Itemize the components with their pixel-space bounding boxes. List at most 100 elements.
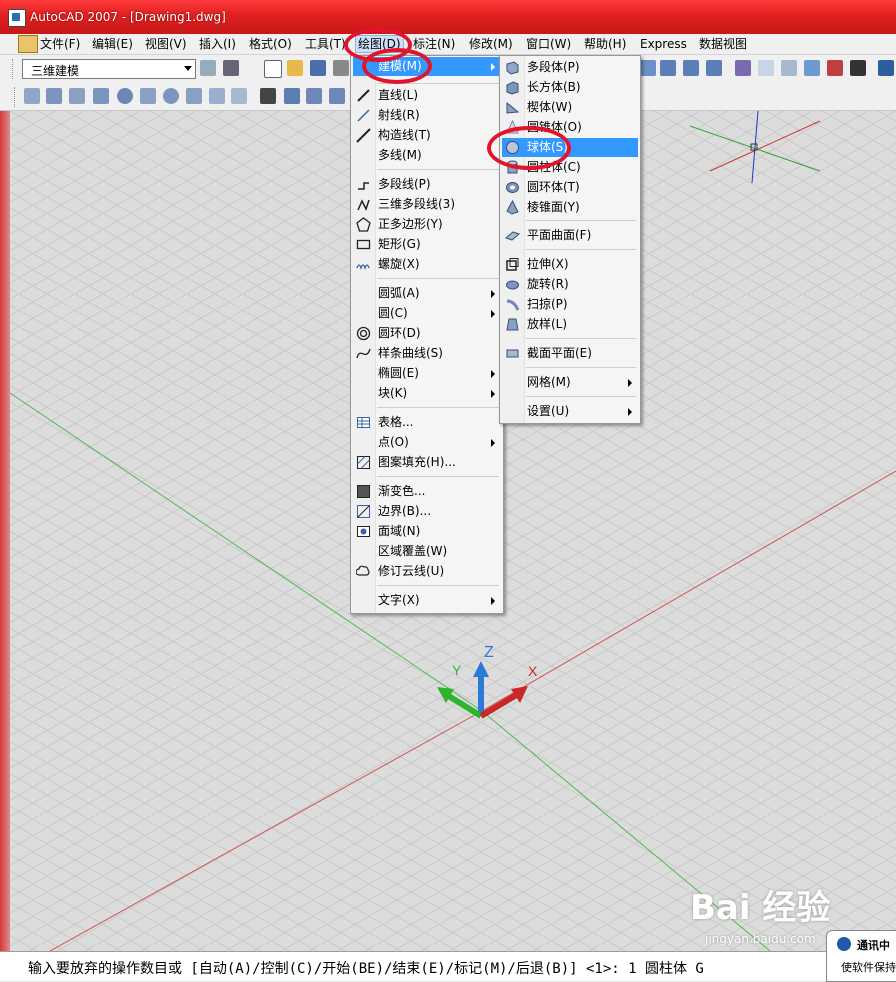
menu-view[interactable]: 视图(V) bbox=[143, 36, 189, 52]
menu-item-loft[interactable]: 放样(L) bbox=[502, 315, 638, 334]
menu-modify[interactable]: 修改(M) bbox=[467, 36, 515, 52]
menu-file[interactable]: 文件(F) bbox=[38, 36, 82, 52]
sweep-icon[interactable] bbox=[306, 88, 322, 104]
zoom-window-icon[interactable] bbox=[683, 60, 699, 76]
workspace-save-icon[interactable] bbox=[223, 60, 239, 76]
helix-icon[interactable] bbox=[209, 88, 225, 104]
menu-edit[interactable]: 编辑(E) bbox=[90, 36, 135, 52]
cylinder-icon[interactable] bbox=[140, 88, 156, 104]
menu-item-polyline[interactable]: 多段线(P) bbox=[353, 175, 501, 194]
menu-item-donut[interactable]: 圆环(D) bbox=[353, 324, 501, 343]
menu-item-section-plane[interactable]: 截面平面(E) bbox=[502, 344, 638, 363]
menu-item-wedge[interactable]: 楔体(W) bbox=[502, 98, 638, 117]
extrude-icon[interactable] bbox=[260, 88, 276, 104]
submenu-arrow-icon bbox=[491, 370, 495, 378]
menu-item-gradient[interactable]: 渐变色... bbox=[353, 482, 501, 501]
menu-item-point[interactable]: 点(O) bbox=[353, 433, 501, 452]
info-icon bbox=[837, 937, 851, 951]
menu-item-hatch[interactable]: 图案填充(H)... bbox=[353, 453, 501, 472]
pan-icon[interactable] bbox=[640, 60, 656, 76]
workspace-select[interactable]: 三维建模 bbox=[22, 59, 196, 79]
menu-item-label: 楔体(W) bbox=[527, 100, 573, 114]
menu-format[interactable]: 格式(O) bbox=[247, 36, 294, 52]
command-line-text: 输入要放弃的操作数目或 [自动(A)/控制(C)/开始(BE)/结束(E)/标记… bbox=[28, 961, 704, 977]
ray-icon bbox=[356, 108, 371, 123]
table-icon bbox=[356, 415, 371, 430]
planar-surface-icon[interactable] bbox=[231, 88, 247, 104]
notification-balloon[interactable]: 通讯中 使软件保持 bbox=[826, 930, 896, 982]
menu-item-spline[interactable]: 样条曲线(S) bbox=[353, 344, 501, 363]
menu-item-label: 多段线(P) bbox=[378, 177, 431, 191]
menu-item-revolve[interactable]: 旋转(R) bbox=[502, 275, 638, 294]
menu-item-construction-line[interactable]: 构造线(T) bbox=[353, 126, 501, 145]
properties-icon[interactable] bbox=[735, 60, 751, 76]
tool-palettes-icon[interactable] bbox=[781, 60, 797, 76]
menu-item-sweep[interactable]: 扫掠(P) bbox=[502, 295, 638, 314]
menu-item-torus[interactable]: 圆环体(T) bbox=[502, 178, 638, 197]
menu-item-circle[interactable]: 圆(C) bbox=[353, 304, 501, 323]
plot-icon[interactable] bbox=[333, 60, 349, 76]
wedge-icon[interactable] bbox=[69, 88, 85, 104]
autocad-app-icon[interactable] bbox=[8, 9, 26, 27]
menu-item-block[interactable]: 块(K) bbox=[353, 384, 501, 403]
save-icon[interactable] bbox=[310, 60, 326, 76]
menu-item-settings[interactable]: 设置(U) bbox=[502, 402, 638, 421]
menu-express[interactable]: Express bbox=[638, 36, 689, 52]
menu-item-planar-surface[interactable]: 平面曲面(F) bbox=[502, 226, 638, 245]
menu-item-table[interactable]: 表格... bbox=[353, 413, 501, 432]
ucs-x-arrow bbox=[479, 691, 520, 719]
menu-item-line[interactable]: 直线(L) bbox=[353, 86, 501, 105]
menu-item-region[interactable]: 面域(N) bbox=[353, 522, 501, 541]
command-line[interactable]: 输入要放弃的操作数目或 [自动(A)/控制(C)/开始(BE)/结束(E)/标记… bbox=[0, 951, 896, 981]
toolbar-grip[interactable] bbox=[12, 59, 16, 79]
menu-item-wipeout[interactable]: 区域覆盖(W) bbox=[353, 542, 501, 561]
zoom-realtime-icon[interactable] bbox=[660, 60, 676, 76]
toolbar-grip[interactable] bbox=[14, 87, 18, 107]
design-center-icon[interactable] bbox=[758, 60, 774, 76]
menu-help[interactable]: 帮助(H) bbox=[582, 36, 628, 52]
pyramid-icon[interactable] bbox=[186, 88, 202, 104]
torus-icon[interactable] bbox=[163, 88, 179, 104]
menu-item-ray[interactable]: 射线(R) bbox=[353, 106, 501, 125]
menu-item-extrude[interactable]: 拉伸(X) bbox=[502, 255, 638, 274]
menu-item-polysolid[interactable]: 多段体(P) bbox=[502, 58, 638, 77]
presspull-icon[interactable] bbox=[284, 88, 300, 104]
menu-item-text[interactable]: 文字(X) bbox=[353, 591, 501, 610]
revolve-icon bbox=[505, 277, 520, 292]
menu-tools[interactable]: 工具(T) bbox=[303, 36, 348, 52]
menu-item-arc[interactable]: 圆弧(A) bbox=[353, 284, 501, 303]
markup-icon[interactable] bbox=[827, 60, 843, 76]
polysolid-icon[interactable] bbox=[24, 88, 40, 104]
sphere-icon[interactable] bbox=[117, 88, 133, 104]
menu-item-rectangle[interactable]: 矩形(G) bbox=[353, 235, 501, 254]
cone-icon[interactable] bbox=[93, 88, 109, 104]
zoom-previous-icon[interactable] bbox=[706, 60, 722, 76]
box-icon[interactable] bbox=[46, 88, 62, 104]
menu-item-ellipse[interactable]: 椭圆(E) bbox=[353, 364, 501, 383]
menu-item-multiline[interactable]: 多线(M) bbox=[353, 146, 501, 165]
workspace-settings-icon[interactable] bbox=[200, 60, 216, 76]
calculator-icon[interactable] bbox=[850, 60, 866, 76]
menu-item-label: 圆环(D) bbox=[378, 326, 421, 340]
menu-item-boundary[interactable]: 边界(B)... bbox=[353, 502, 501, 521]
revolve-icon[interactable] bbox=[329, 88, 345, 104]
sheet-set-icon[interactable] bbox=[804, 60, 820, 76]
menu-item-mesh[interactable]: 网格(M) bbox=[502, 373, 638, 392]
help-icon[interactable] bbox=[878, 60, 894, 76]
menu-window[interactable]: 窗口(W) bbox=[524, 36, 573, 52]
menu-item-helix[interactable]: 螺旋(X) bbox=[353, 255, 501, 274]
document-menu-icon[interactable] bbox=[18, 35, 38, 53]
menu-item-polygon[interactable]: 正多边形(Y) bbox=[353, 215, 501, 234]
modeling-submenu: 多段体(P) 长方体(B) 楔体(W) 圆锥体(O) 球体(S) 圆柱体(C) … bbox=[499, 55, 641, 424]
menu-item-box[interactable]: 长方体(B) bbox=[502, 78, 638, 97]
menu-item-pyramid[interactable]: 棱锥面(Y) bbox=[502, 198, 638, 217]
new-file-icon[interactable] bbox=[264, 60, 282, 78]
open-file-icon[interactable] bbox=[287, 60, 303, 76]
menu-dimension[interactable]: 标注(N) bbox=[411, 36, 457, 52]
menu-item-label: 正多边形(Y) bbox=[378, 217, 443, 231]
menu-insert[interactable]: 插入(I) bbox=[197, 36, 238, 52]
menu-data-view[interactable]: 数据视图 bbox=[697, 36, 749, 52]
menu-item-label: 截面平面(E) bbox=[527, 346, 592, 360]
menu-item-revision-cloud[interactable]: 修订云线(U) bbox=[353, 562, 501, 581]
menu-item-3d-polyline[interactable]: 三维多段线(3) bbox=[353, 195, 501, 214]
